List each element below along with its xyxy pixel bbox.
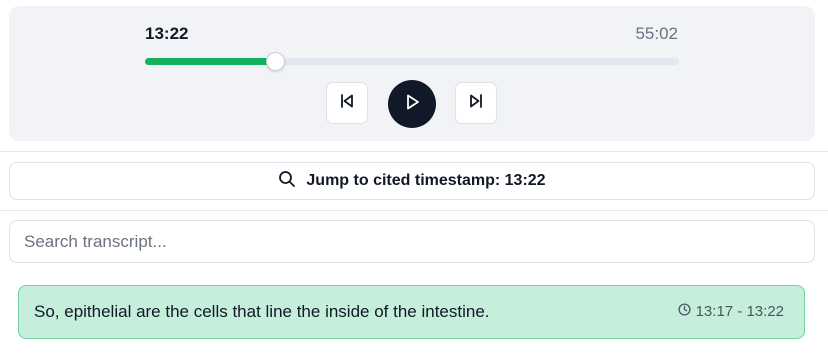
divider xyxy=(0,151,828,152)
segment-text: So, epithelial are the cells that line t… xyxy=(34,302,490,321)
divider xyxy=(0,210,828,211)
segment-timestamp: 13:17 - 13:22 xyxy=(678,303,784,320)
previous-button[interactable] xyxy=(326,82,368,124)
play-icon xyxy=(403,93,421,116)
segment-time-range: 13:17 - 13:22 xyxy=(695,303,784,320)
clock-icon xyxy=(678,303,691,320)
skip-forward-icon xyxy=(468,93,484,114)
seek-bar[interactable] xyxy=(145,52,679,71)
audio-player: 13:22 55:02 xyxy=(9,6,815,141)
seek-bar-handle[interactable] xyxy=(265,52,285,71)
transcript-segment-active[interactable]: So, epithelial are the cells that line t… xyxy=(18,285,805,339)
jump-button-label: Jump to cited timestamp: 13:22 xyxy=(306,172,546,189)
next-button[interactable] xyxy=(455,82,497,124)
seek-bar-progress xyxy=(145,58,275,65)
search-transcript-input[interactable] xyxy=(9,220,815,263)
jump-to-timestamp-button[interactable]: Jump to cited timestamp: 13:22 xyxy=(9,162,815,200)
current-time: 13:22 xyxy=(145,24,189,43)
search-icon xyxy=(278,170,296,193)
skip-back-icon xyxy=(339,93,355,114)
total-time: 55:02 xyxy=(635,24,678,43)
play-button[interactable] xyxy=(388,80,436,128)
